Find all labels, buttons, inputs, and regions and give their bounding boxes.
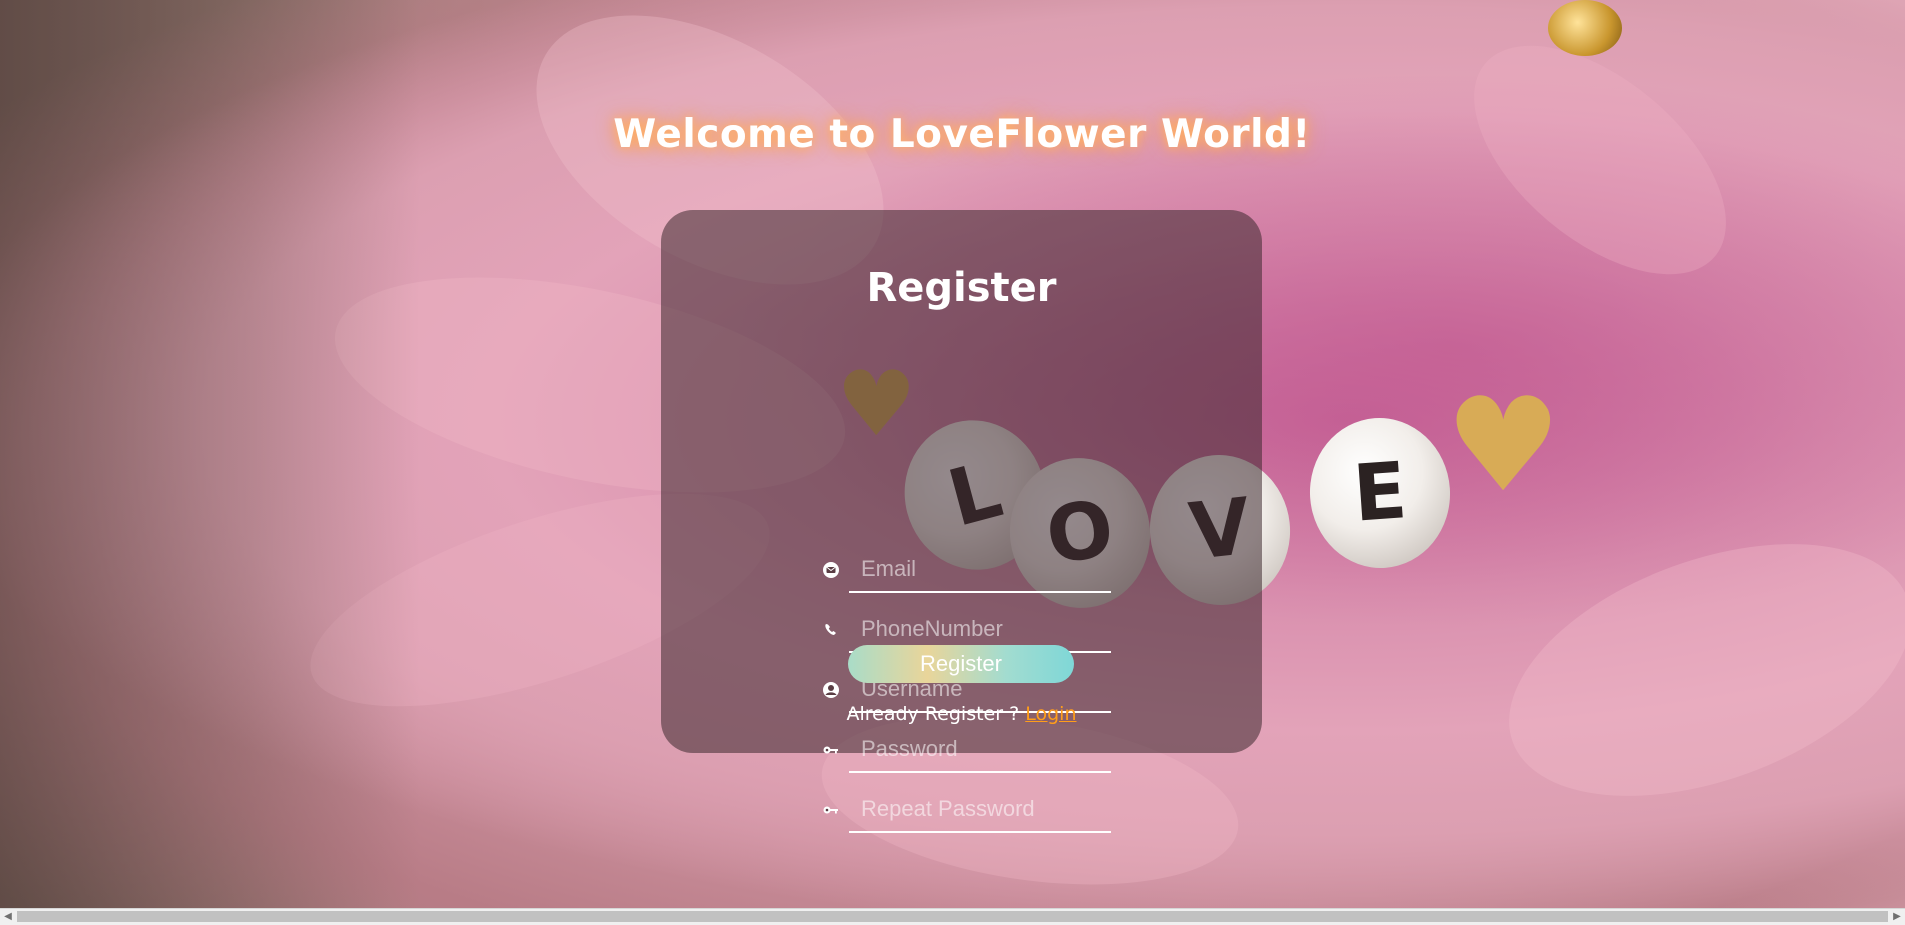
login-link[interactable]: Login (1025, 703, 1076, 725)
email-field-row (821, 547, 1111, 593)
login-prompt-text: Already Register ? (846, 703, 1020, 725)
bead-letter: E (1304, 413, 1456, 573)
scroll-left-arrow-icon[interactable]: ◀ (0, 909, 16, 925)
key-icon (821, 801, 841, 821)
password-field-row (821, 727, 1111, 773)
key-icon (821, 741, 841, 761)
email-input[interactable] (849, 547, 1111, 593)
repeat-password-field-row (821, 787, 1111, 833)
scroll-right-arrow-icon[interactable]: ▶ (1889, 909, 1905, 925)
scrollbar-thumb[interactable] (17, 911, 1888, 922)
register-heading: Register (866, 265, 1057, 311)
login-prompt-row: Already Register ? Login (661, 703, 1262, 725)
repeat-password-input[interactable] (849, 787, 1111, 833)
phone-icon (821, 621, 841, 641)
welcome-title: Welcome to LoveFlower World! (613, 112, 1311, 157)
petal (1475, 494, 1905, 846)
gold-bead (1548, 0, 1622, 56)
horizontal-scrollbar[interactable]: ◀ ▶ (0, 908, 1905, 925)
mail-icon (821, 561, 841, 581)
register-button[interactable]: Register (848, 645, 1074, 683)
user-icon (821, 681, 841, 701)
password-input[interactable] (849, 727, 1111, 773)
heart-charm-icon: ♥ (1445, 369, 1562, 521)
